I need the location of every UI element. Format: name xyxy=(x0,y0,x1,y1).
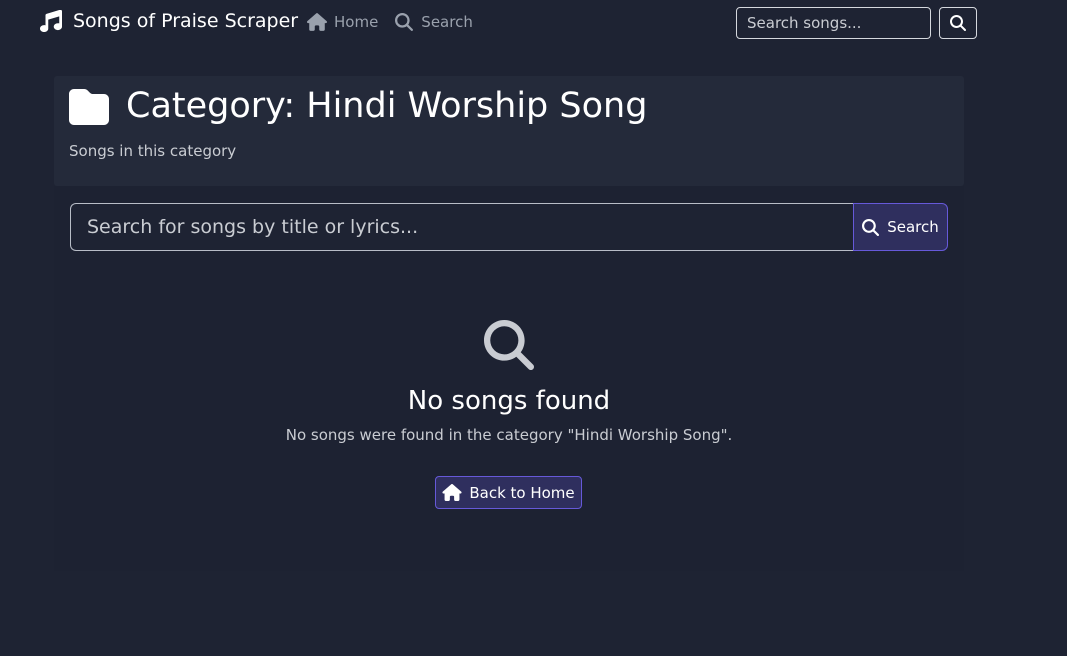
nav-link-search[interactable]: Search xyxy=(394,13,473,31)
nav-link-search-label: Search xyxy=(421,13,473,31)
song-search-form: Search xyxy=(70,203,948,251)
nav-links: Home Search xyxy=(307,13,489,31)
folder-icon xyxy=(69,89,109,125)
music-note-icon xyxy=(40,10,62,32)
category-header: Category: Hindi Worship Song Songs in th… xyxy=(54,76,964,186)
search-icon xyxy=(395,13,414,31)
empty-state: No songs found No songs were found in th… xyxy=(54,320,964,444)
song-search-button-label: Search xyxy=(887,218,939,236)
nav-link-home[interactable]: Home xyxy=(307,13,378,31)
back-to-home-label: Back to Home xyxy=(469,483,575,502)
home-icon xyxy=(307,13,327,31)
search-icon xyxy=(950,15,966,31)
home-icon xyxy=(442,484,462,501)
page-subtitle: Songs in this category xyxy=(69,142,237,160)
back-to-home-button[interactable]: Back to Home xyxy=(435,476,582,509)
brand-link[interactable]: Songs of Praise Scraper xyxy=(40,10,298,32)
navbar: Songs of Praise Scraper Home Search xyxy=(0,0,1067,47)
song-search-button[interactable]: Search xyxy=(853,203,948,251)
song-search-input[interactable] xyxy=(70,203,854,251)
nav-link-home-label: Home xyxy=(334,13,379,31)
empty-state-message: No songs were found in the category "Hin… xyxy=(285,426,733,445)
page-title: Category: Hindi Worship Song xyxy=(126,86,648,126)
brand-title: Songs of Praise Scraper xyxy=(73,10,299,32)
nav-search-input[interactable] xyxy=(736,7,931,39)
nav-search-button[interactable] xyxy=(939,7,977,39)
search-icon xyxy=(484,320,534,370)
search-icon xyxy=(862,218,880,236)
empty-state-title: No songs found xyxy=(407,386,611,416)
